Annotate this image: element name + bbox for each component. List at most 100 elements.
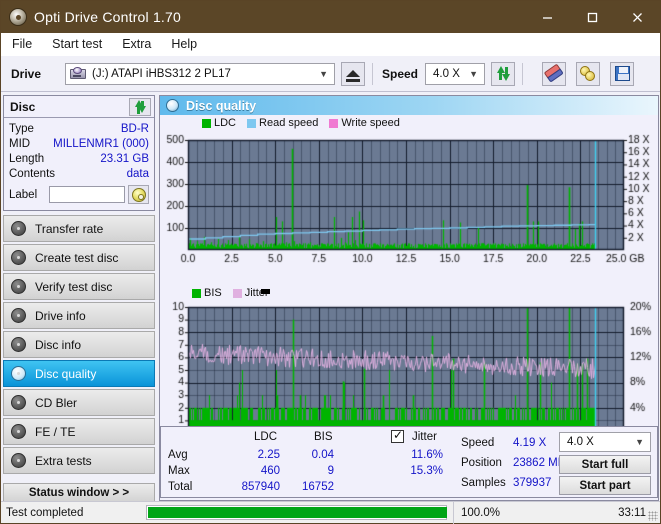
stats-speed-select[interactable]: 4.0 X ▼ [559, 432, 651, 452]
start-full-button[interactable]: Start full [559, 455, 651, 474]
ldc-chart-canvas [160, 132, 658, 274]
minimize-button[interactable] [525, 1, 570, 33]
disc-icon [11, 395, 26, 410]
legend-item-bis: BIS [192, 287, 222, 299]
coins-icon [580, 66, 596, 81]
window-controls [525, 1, 660, 33]
menu-item-start-test[interactable]: Start test [43, 35, 111, 53]
chart-marker-icon [261, 289, 270, 294]
sidebar-item-cd-bler[interactable]: CD Bler [3, 389, 155, 416]
legend-swatch-icon [202, 118, 211, 128]
stats-position-label: Position [461, 457, 502, 469]
legend-label: BIS [204, 287, 222, 299]
close-button[interactable] [615, 1, 660, 33]
app-window: Opti Drive Control 1.70 File Start test … [0, 0, 661, 524]
sidebar-item-disc-quality[interactable]: Disc quality [3, 360, 155, 387]
progress-bar [146, 505, 447, 520]
stats-speed-value: 4.19 X [513, 437, 547, 449]
sidebar-item-extra-tests[interactable]: Extra tests [3, 447, 155, 474]
speed-select[interactable]: 4.0 X ▼ [425, 62, 486, 85]
disc-label-row: Label [9, 185, 149, 207]
legend-swatch-icon [232, 288, 242, 298]
speed-select-value: 4.0 X [433, 67, 460, 80]
progress-percent: 100.0% [453, 501, 543, 524]
disc-header-label: Disc [10, 99, 36, 114]
statistics-panel: LDC BIS Jitter Avg 2.25 0.04 11.6% Max 4… [160, 426, 658, 498]
disc-label-apply-button[interactable] [128, 185, 149, 204]
stats-col-ldc: LDC [254, 431, 278, 443]
disc-icon [11, 453, 26, 468]
erase-button[interactable] [542, 61, 567, 86]
sidebar-item-label: Transfer rate [35, 221, 104, 236]
eject-button[interactable] [341, 61, 365, 86]
legend-swatch-icon [192, 288, 201, 298]
disc-row-value: data [126, 168, 149, 180]
sidebar-item-label: Drive info [35, 308, 86, 323]
sidebar-item-disc-info[interactable]: Disc info [3, 331, 155, 358]
legend-label: Read speed [259, 117, 319, 129]
stats-speed-label: Speed [461, 437, 495, 449]
nav-list: Transfer rate Create test disc Verify te… [3, 215, 155, 474]
menu-item-file[interactable]: File [3, 35, 41, 53]
disc-row-length: Length 23.31 GB [9, 152, 149, 167]
sidebar-item-label: Extra tests [35, 453, 92, 468]
disc-info-box: Disc Type BD-R MID MILLENMR1 (000) Lengt… [3, 95, 155, 211]
disc-row-key: Length [9, 153, 45, 165]
maximize-button[interactable] [570, 1, 615, 33]
stats-row-label-total: Total [168, 481, 193, 493]
drive-label: Drive [11, 66, 42, 81]
disc-label-input[interactable] [49, 186, 125, 203]
resize-grip[interactable] [648, 511, 658, 521]
disc-row-type: Type BD-R [9, 122, 149, 137]
stats-max-jitter: 15.3% [410, 465, 443, 477]
legend-swatch-icon [247, 118, 257, 128]
stats-row-label-avg: Avg [168, 449, 188, 461]
page-title: Disc quality [186, 98, 257, 113]
sidebar-item-fe-te[interactable]: FE / TE [3, 418, 155, 445]
status-window-button[interactable]: Status window > > [3, 483, 155, 503]
disc-row-key: Type [9, 123, 34, 135]
stats-total-ldc: 857940 [241, 481, 280, 493]
disc-refresh-button[interactable] [129, 97, 151, 116]
sidebar-item-label: CD Bler [35, 395, 78, 410]
sidebar-item-label: Disc quality [35, 366, 97, 381]
stats-row-label-max: Max [168, 465, 190, 477]
disc-icon [11, 279, 26, 294]
optical-drive-icon [70, 66, 87, 81]
disc-row-key: Contents [9, 168, 56, 180]
left-panel: Disc Type BD-R MID MILLENMR1 (000) Lengt… [3, 95, 155, 501]
disc-icon [11, 424, 26, 439]
start-part-button[interactable]: Start part [559, 476, 651, 495]
refresh-arrows-icon [496, 66, 511, 81]
disc-icon [11, 221, 26, 236]
stats-avg-ldc: 2.25 [257, 449, 280, 461]
eject-icon [346, 70, 360, 82]
sidebar-item-transfer-rate[interactable]: Transfer rate [3, 215, 155, 242]
refresh-button[interactable] [491, 61, 516, 86]
stats-max-bis: 9 [327, 465, 334, 477]
stats-col-bis: BIS [314, 431, 333, 443]
menu-item-extra[interactable]: Extra [113, 35, 160, 53]
status-bar: Test completed 100.0% 33:11 [1, 501, 660, 524]
jitter-checkbox[interactable] [391, 428, 404, 443]
extra-button[interactable] [576, 61, 601, 86]
sidebar-item-label: Disc info [35, 337, 82, 352]
stats-samples-label: Samples [461, 477, 506, 489]
disc-icon [11, 366, 26, 381]
save-button[interactable] [610, 61, 635, 86]
chevron-down-icon: ▼ [469, 68, 479, 79]
sidebar-item-create-test-disc[interactable]: Create test disc [3, 244, 155, 271]
sidebar-item-label: Create test disc [35, 250, 119, 265]
toolbar-divider-2 [522, 62, 524, 85]
disc-row-value: 23.31 GB [100, 153, 149, 165]
sidebar-item-verify-test-disc[interactable]: Verify test disc [3, 273, 155, 300]
menu-item-help[interactable]: Help [162, 35, 206, 53]
drive-select[interactable]: (J:) ATAPI iHBS312 2 PL17 ▼ [65, 62, 335, 85]
stats-avg-jitter: 11.6% [411, 449, 443, 461]
sidebar-item-drive-info[interactable]: Drive info [3, 302, 155, 329]
refresh-arrows-icon [134, 100, 147, 114]
disc-icon [11, 337, 26, 352]
drive-select-value: (J:) ATAPI iHBS312 2 PL17 [92, 67, 231, 80]
sidebar-item-label: FE / TE [35, 424, 76, 439]
stats-speed-select-value: 4.0 X [567, 436, 594, 448]
